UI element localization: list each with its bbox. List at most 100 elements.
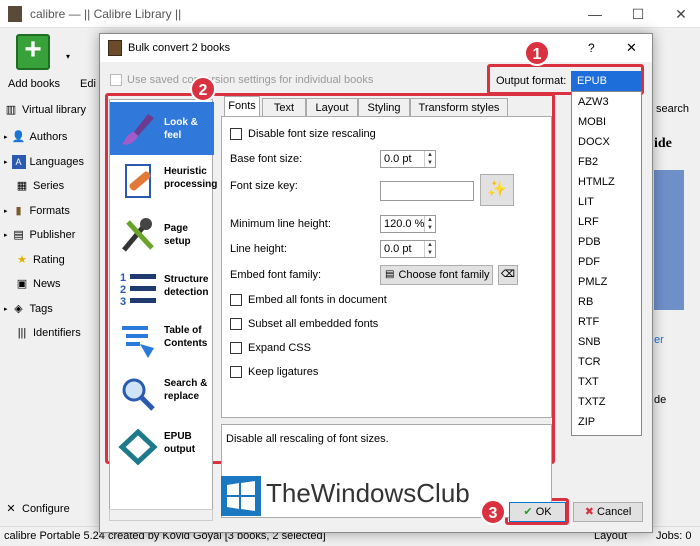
keep-ligatures-checkbox[interactable]: Keep ligatures (230, 366, 318, 378)
window-close-button[interactable]: ✕ (666, 4, 696, 24)
sidebar-item-rating[interactable]: ★ Rating (4, 250, 100, 270)
format-option[interactable]: TCR (578, 356, 601, 368)
format-option[interactable]: HTMLZ (578, 176, 615, 188)
format-option[interactable]: FB2 (578, 156, 598, 168)
format-option[interactable]: DOCX (578, 136, 610, 148)
dialog-close-button[interactable]: ✕ (626, 40, 637, 56)
subset-fonts-checkbox[interactable]: Subset all embedded fonts (230, 318, 378, 330)
expand-css-checkbox[interactable]: Expand CSS (230, 342, 311, 354)
disable-rescaling-checkbox[interactable]: Disable font size rescaling (230, 128, 376, 140)
toc-icon (122, 326, 154, 358)
output-format-dropdown[interactable]: AZW3 MOBI DOCX FB2 HTMLZ LIT LRF PDB PDF… (571, 91, 642, 436)
category-structure-detection[interactable]: 123 Structure detection (110, 261, 214, 314)
category-list[interactable]: Look & feel Heuristic processing Page se… (109, 99, 217, 521)
tab-layout[interactable]: Layout (306, 98, 358, 116)
epub-icon (118, 428, 158, 466)
format-option[interactable]: RB (578, 296, 593, 308)
spin-arrows-icon[interactable]: ▲ ▼ (424, 241, 435, 257)
tab-fonts[interactable]: Fonts (224, 96, 260, 117)
series-icon: ▦ (16, 180, 28, 192)
font-key-wizard-button[interactable]: ✨ (480, 174, 514, 206)
library-icon: ▥ (5, 104, 17, 116)
virtual-library-button[interactable]: ▥ Virtual library (4, 100, 100, 120)
wrench-icon: ✕ (6, 503, 16, 515)
use-saved-settings-checkbox[interactable]: Use saved conversion settings for indivi… (110, 74, 373, 86)
format-option[interactable]: PMLZ (578, 276, 607, 288)
sidebar-item-publisher[interactable]: ▸ ▤ Publisher (4, 225, 100, 245)
sidebar-item-languages[interactable]: ▸ A Languages (4, 152, 100, 172)
minimize-button[interactable]: — (580, 4, 610, 24)
dialog-titlebar: Bulk convert 2 books ? ✕ (100, 34, 652, 62)
callout-1: 1 (524, 40, 550, 66)
sidebar-item-identifiers[interactable]: ||| Identifiers (4, 323, 100, 343)
tab-transform-styles[interactable]: Transform styles (410, 98, 508, 116)
category-table-of-contents[interactable]: Table of Contents (110, 314, 214, 367)
add-books-label[interactable]: Add books (8, 78, 60, 90)
news-icon: ▣ (16, 278, 28, 290)
format-option[interactable]: RTF (578, 316, 599, 328)
embed-all-fonts-checkbox[interactable]: Embed all fonts in document (230, 294, 387, 306)
search-label: search (656, 103, 690, 115)
window-title: calibre — || Calibre Library || (30, 7, 182, 21)
star-icon: ★ (17, 254, 27, 266)
choose-font-family-button[interactable]: ▤ Choose font family (380, 265, 493, 285)
windows-logo-icon (221, 476, 261, 516)
base-font-size-spinbox[interactable]: 0.0 pt ▲ ▼ (380, 150, 436, 168)
format-option[interactable]: PDB (578, 236, 601, 248)
category-page-setup[interactable]: Page setup (110, 208, 214, 261)
category-search-replace[interactable]: Search & replace (110, 367, 214, 420)
format-option[interactable]: PDF (578, 256, 600, 268)
format-option[interactable]: AZW3 (578, 96, 609, 108)
spin-arrows-icon[interactable]: ▲ ▼ (424, 151, 435, 167)
format-option[interactable]: LIT (578, 196, 594, 208)
category-scrollbar[interactable] (109, 509, 213, 521)
calibre-logo-icon (8, 6, 22, 22)
add-books-icon[interactable]: + (16, 34, 50, 70)
sidebar-item-series[interactable]: ▦ Series (4, 176, 100, 196)
format-option[interactable]: LRF (578, 216, 599, 228)
configure-button[interactable]: ✕ Configure (4, 499, 100, 519)
min-line-height-label: Minimum line height: (230, 218, 331, 230)
font-size-key-label: Font size key: (230, 180, 298, 192)
dialog-title: Bulk convert 2 books (128, 42, 231, 54)
svg-text:3: 3 (120, 296, 126, 307)
sidebar-item-tags[interactable]: ▸ ◈ Tags (4, 299, 100, 319)
format-option[interactable]: TXTZ (578, 396, 606, 408)
tab-text[interactable]: Text (262, 98, 306, 116)
sidebar-item-authors[interactable]: ▸ 👤 Authors (4, 127, 100, 147)
cancel-button[interactable]: ✖ Cancel (573, 502, 643, 522)
details-text: de (654, 394, 667, 406)
sidebar-item-news[interactable]: ▣ News (4, 274, 100, 294)
svg-text:1: 1 (120, 272, 126, 284)
maximize-button[interactable]: ☐ (623, 4, 653, 24)
tab-styling[interactable]: Styling (358, 98, 410, 116)
format-option[interactable]: MOBI (578, 116, 606, 128)
line-height-spinbox[interactable]: 0.0 pt ▲ ▼ (380, 240, 436, 258)
min-line-height-spinbox[interactable]: 120.0 % ▲ ▼ (380, 215, 436, 233)
jobs-indicator[interactable]: Jobs: 0 (656, 530, 691, 542)
output-format-select[interactable]: EPUB (571, 71, 642, 91)
ok-button[interactable]: ✔ OK (509, 502, 566, 522)
format-option[interactable]: SNB (578, 336, 601, 348)
category-epub-output[interactable]: EPUB output (110, 420, 214, 473)
format-option[interactable]: ZIP (578, 416, 595, 428)
category-look-and-feel[interactable]: Look & feel (110, 102, 214, 155)
edit-label[interactable]: Edi (80, 78, 96, 90)
watermark-text: TheWindowsClub (266, 478, 470, 508)
language-icon: A (11, 155, 26, 169)
spin-arrows-icon[interactable]: ▲ ▼ (424, 216, 435, 232)
category-heuristic-processing[interactable]: Heuristic processing (110, 155, 217, 208)
help-button[interactable]: ? (588, 41, 595, 55)
checkmark-icon: ✔ (523, 506, 533, 518)
publisher-icon: ▤ (13, 229, 24, 241)
book-icon (108, 40, 122, 56)
callout-3: 3 (480, 499, 506, 525)
font-size-key-input[interactable] (380, 181, 474, 201)
sidebar-item-formats[interactable]: ▸ ▮ Formats (4, 201, 100, 221)
cover-text: ide (654, 136, 672, 151)
details-link[interactable]: er (654, 334, 664, 346)
clear-font-family-button[interactable]: ⌫ (498, 265, 518, 285)
user-icon: 👤 (11, 131, 26, 143)
format-option[interactable]: TXT (578, 376, 599, 388)
chevron-down-icon[interactable]: ▾ (66, 52, 70, 61)
